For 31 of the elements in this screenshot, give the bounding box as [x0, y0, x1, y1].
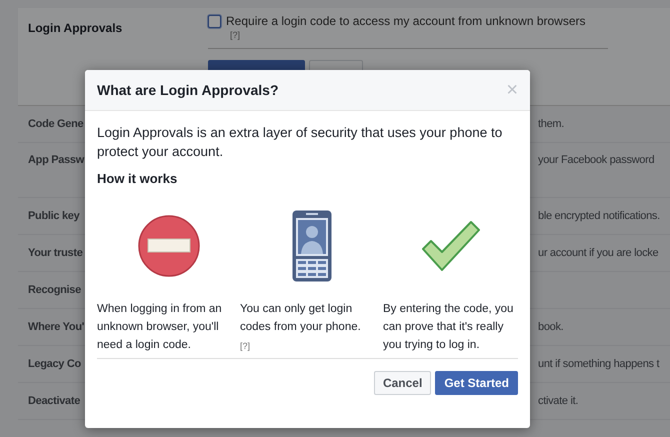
get-started-button[interactable]: Get Started: [435, 371, 518, 395]
setting-description: ble encrypted notifications.: [538, 210, 660, 222]
dialog-title: What are Login Approvals?: [97, 82, 278, 98]
checkbox-label: Require a login code to access my account from unknown browsers: [226, 14, 586, 28]
setting-description: them.: [538, 118, 564, 130]
no-entry-icon: [138, 215, 200, 277]
setting-label[interactable]: Deactivate: [28, 395, 80, 407]
setting-label: Login Approvals: [28, 21, 124, 35]
setting-label[interactable]: Recognise: [28, 284, 81, 296]
mobile-phone-icon: [292, 210, 332, 282]
check-mark-icon: [420, 220, 480, 272]
setting-label[interactable]: Code Gene: [28, 118, 84, 130]
setting-label[interactable]: Your truste: [28, 247, 83, 259]
help-link[interactable]: [?]: [240, 341, 250, 351]
setting-label[interactable]: Public key: [28, 210, 80, 222]
setting-label[interactable]: Legacy Co: [28, 358, 81, 370]
setting-label[interactable]: Where You': [28, 321, 84, 333]
setting-label[interactable]: App Passw: [28, 154, 84, 166]
setting-description: ur account if you are locke: [538, 247, 658, 259]
section-heading: How it works: [97, 171, 178, 186]
setting-description: unt if something happens t: [538, 358, 660, 370]
setting-description: ctivate it.: [538, 395, 578, 407]
help-link[interactable]: [?]: [208, 30, 240, 40]
setting-description: your Facebook password: [538, 154, 654, 166]
checkbox[interactable]: [208, 14, 221, 28]
cancel-button[interactable]: Cancel: [374, 371, 432, 395]
step-text: By entering the code, you can prove that it's really you trying to log in.: [383, 302, 514, 353]
setting-description: book.: [538, 321, 564, 333]
step-text: When logging in from an unknown browser, you'll need a login code.: [97, 302, 223, 353]
step-text: You can only get login codes from your phone.: [240, 302, 362, 335]
intro-text: Login Approvals is an extra layer of security that uses your phone to protect your account.: [97, 124, 504, 161]
